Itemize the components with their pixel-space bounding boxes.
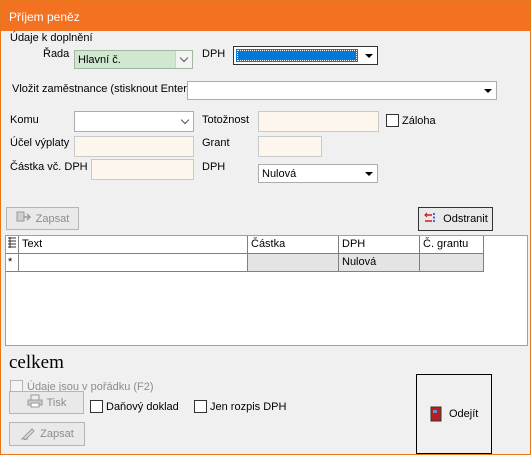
odejit-label: Odejít xyxy=(449,408,479,420)
title-bar: Příjem peněz xyxy=(1,1,530,31)
castka-input[interactable] xyxy=(91,159,194,180)
write-icon xyxy=(16,210,32,227)
rada-select[interactable]: Hlavní č. xyxy=(74,50,193,69)
rozpis-checkbox[interactable] xyxy=(194,400,207,413)
dph-bottom-label: DPH xyxy=(202,161,226,173)
employee-label: Vložit zaměstnance (stisknout Enter) xyxy=(12,83,191,95)
grant-label: Grant xyxy=(202,137,230,149)
danovy-label: Daňový doklad xyxy=(106,401,179,413)
window-title: Příjem peněz xyxy=(9,10,80,24)
totoznost-input[interactable] xyxy=(258,111,379,132)
dropdown-arrow-icon[interactable] xyxy=(479,82,496,99)
rada-value: Hlavní č. xyxy=(78,54,121,66)
row-selector-header-icon[interactable] xyxy=(6,236,19,254)
castka-label: Částka vč. DPH xyxy=(10,161,88,173)
dph-top-selection xyxy=(236,49,358,62)
zapsat-top-button[interactable]: Zapsat xyxy=(6,207,79,230)
employee-select[interactable] xyxy=(187,81,497,100)
zapsat-bottom-button[interactable]: Zapsat xyxy=(9,422,85,446)
zaloha-label: Záloha xyxy=(402,115,436,127)
ucel-input[interactable] xyxy=(74,136,194,157)
rozpis-label: Jen rozpis DPH xyxy=(210,401,287,413)
table-cell-text[interactable] xyxy=(19,254,248,272)
column-header-grant[interactable]: Č. grantu xyxy=(420,236,484,254)
column-header-castka[interactable]: Částka xyxy=(248,236,339,254)
remove-icon xyxy=(423,211,439,228)
new-row-marker[interactable]: * xyxy=(6,254,19,272)
zapsat-top-label: Zapsat xyxy=(35,212,70,225)
dropdown-arrow-icon[interactable] xyxy=(360,47,377,64)
dropdown-arrow-icon[interactable] xyxy=(360,165,377,182)
komu-select[interactable] xyxy=(74,111,194,132)
dph-top-select[interactable] xyxy=(233,46,378,65)
rada-label: Řada xyxy=(43,48,70,60)
odejit-button[interactable]: Odejít xyxy=(416,374,492,454)
odstranit-button[interactable]: Odstranit xyxy=(418,207,493,231)
dph-bottom-value: Nulová xyxy=(262,168,297,180)
tisk-label: Tisk xyxy=(46,396,67,409)
total-label: celkem xyxy=(9,352,64,373)
column-header-text[interactable]: Text xyxy=(19,236,248,254)
danovy-checkbox[interactable] xyxy=(90,400,103,413)
zaloha-checkbox[interactable] xyxy=(386,114,399,127)
zapsat-bottom-label: Zapsat xyxy=(40,428,74,440)
dph-bottom-select[interactable]: Nulová xyxy=(258,164,378,183)
komu-label: Komu xyxy=(10,114,39,126)
payment-window: Příjem peněz Údaje k doplnění Řada Hlavn… xyxy=(0,0,531,455)
table-cell-castka[interactable] xyxy=(248,254,339,272)
column-header-dph[interactable]: DPH xyxy=(339,236,420,254)
grant-input[interactable] xyxy=(258,136,322,157)
items-table[interactable]: Text Částka DPH Č. grantu * Nulová xyxy=(5,235,528,346)
pen-icon xyxy=(20,426,36,443)
totoznost-label: Totožnost xyxy=(202,114,250,126)
odstranit-label: Odstranit xyxy=(443,213,488,225)
chevron-down-icon[interactable] xyxy=(176,112,193,131)
dph-top-label: DPH xyxy=(202,48,226,60)
printer-icon xyxy=(27,394,43,411)
ucel-label: Účel výplaty xyxy=(10,137,70,149)
chevron-down-icon[interactable] xyxy=(175,51,192,68)
table-cell-dph[interactable]: Nulová xyxy=(339,254,420,272)
group-label: Údaje k doplnění xyxy=(10,32,93,44)
table-cell-grant[interactable] xyxy=(420,254,484,272)
tisk-button[interactable]: Tisk xyxy=(9,391,84,414)
exit-door-icon xyxy=(430,406,442,425)
